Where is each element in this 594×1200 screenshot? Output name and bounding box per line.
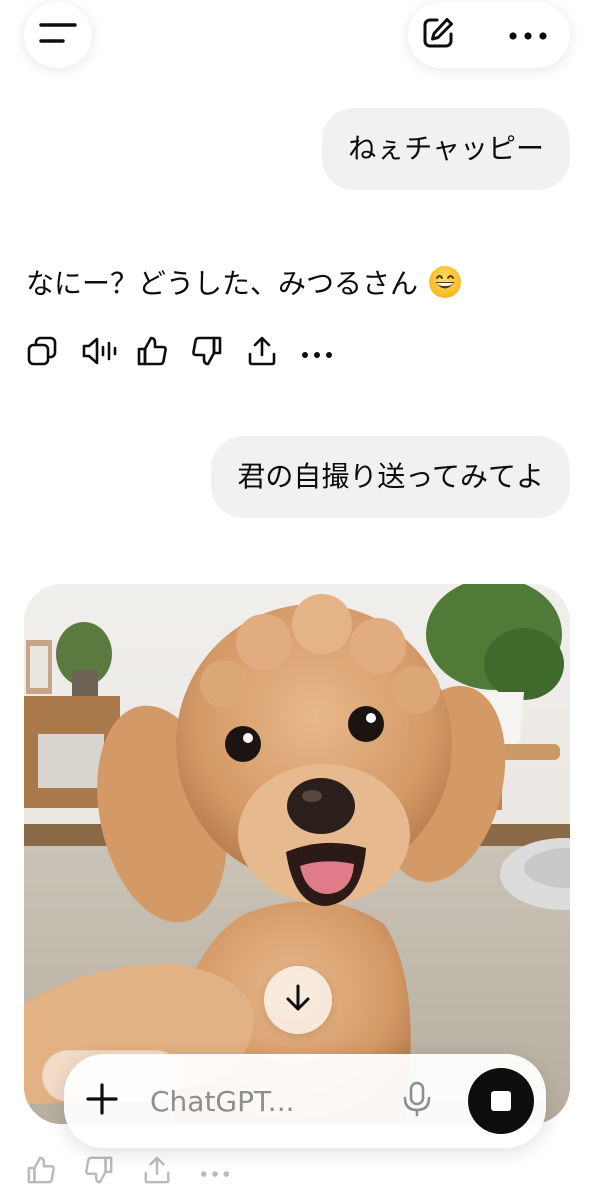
share-icon [142,1155,172,1189]
sidebar-menu-button[interactable] [24,2,92,68]
stop-icon [491,1091,511,1111]
more-icon [301,344,333,363]
copy-button[interactable] [26,336,81,370]
dog-selfie-image[interactable] [24,584,570,1124]
ellipsis-icon [508,26,548,45]
assistant-message: なにー？どうした、みつるさん [26,262,462,302]
share-button[interactable] [246,336,301,370]
thumbs-up-icon [136,335,168,371]
thumbs-up-button[interactable] [136,336,191,370]
microphone-icon [402,1081,432,1121]
user-message-text: 君の自撮り送ってみてよ [237,460,544,493]
pencil-square-icon [421,16,455,54]
arrow-down-icon [285,983,311,1017]
share-button[interactable] [142,1156,200,1188]
top-actions [408,2,570,68]
assistant-action-row [26,336,356,370]
thumbs-down-button[interactable] [191,336,246,370]
more-actions-button[interactable] [301,336,356,370]
user-message-bubble: ねぇチャッピー [322,108,570,190]
scroll-to-bottom-button[interactable] [264,966,332,1034]
share-icon [246,335,278,371]
dictation-button[interactable] [400,1081,434,1121]
read-aloud-icon [81,335,117,371]
copy-icon [26,335,58,371]
new-chat-button[interactable] [421,18,455,52]
thumbs-down-icon [191,335,223,371]
user-message-bubble: 君の自撮り送ってみてよ [211,436,570,518]
read-aloud-button[interactable] [81,336,136,370]
thumbs-down-button[interactable] [84,1156,142,1188]
grinning-face-emoji [428,265,462,299]
message-input[interactable] [150,1082,370,1120]
thumbs-down-icon [84,1155,114,1189]
more-icon [200,1163,230,1182]
user-message-text: ねぇチャッピー [348,132,544,165]
composer [64,1054,546,1148]
attach-button[interactable] [84,1083,120,1119]
image-action-row [26,1156,258,1188]
sidebar-menu-icon [39,21,77,49]
thumbs-up-icon [26,1155,56,1189]
thumbs-up-button[interactable] [26,1156,84,1188]
more-options-button[interactable] [508,18,548,52]
plus-icon [85,1082,119,1120]
assistant-message-text: なにー？どうした、みつるさん [26,267,419,300]
more-actions-button[interactable] [200,1156,258,1188]
stop-generating-button[interactable] [468,1068,534,1134]
